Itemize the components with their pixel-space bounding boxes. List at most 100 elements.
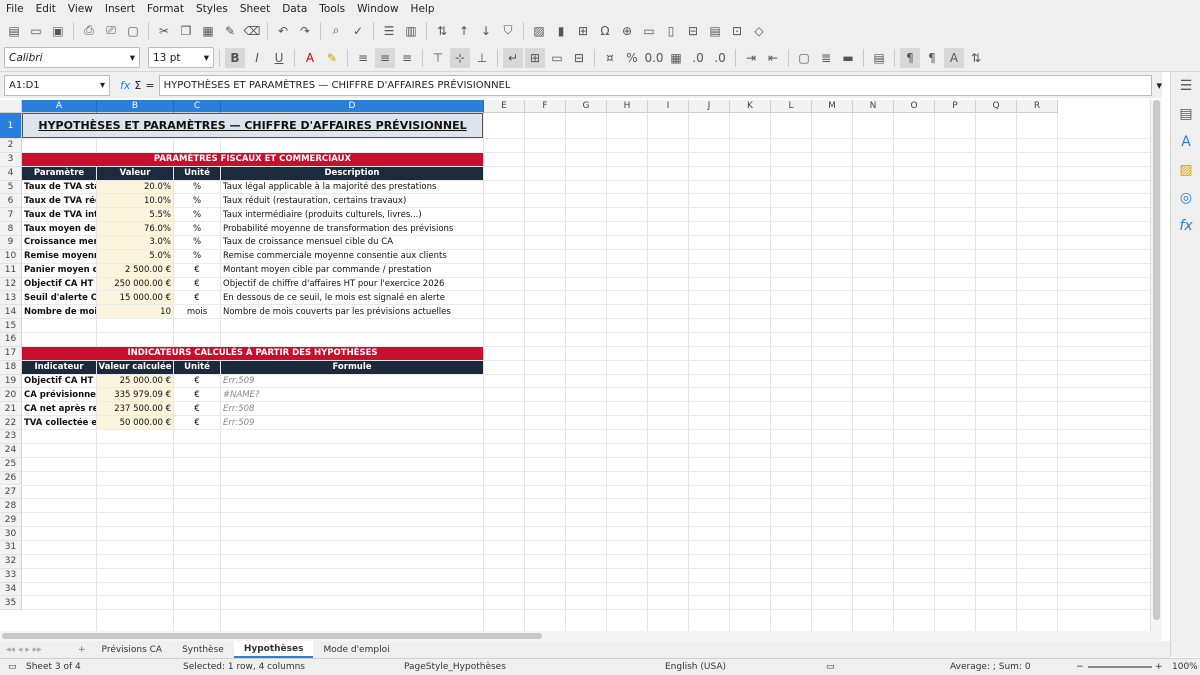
- param-unit[interactable]: €: [174, 291, 220, 304]
- name-box[interactable]: A1:D1 ▾: [4, 74, 110, 96]
- tab-synthese[interactable]: Synthèse: [172, 641, 234, 658]
- row-header-18[interactable]: 18: [0, 360, 22, 375]
- merge-center-icon[interactable]: ⊞: [525, 47, 545, 68]
- param-value[interactable]: 15 000.00 €: [97, 291, 173, 305]
- param-name[interactable]: Croissance mensuelle attendue: [22, 236, 96, 249]
- column-header-e[interactable]: E: [484, 100, 525, 113]
- column-header-p[interactable]: P: [935, 100, 976, 113]
- column-header-n[interactable]: N: [853, 100, 894, 113]
- align-bottom-icon[interactable]: ⊥: [472, 48, 492, 68]
- row-header-14[interactable]: 14: [0, 305, 22, 320]
- column-header-l[interactable]: L: [771, 100, 812, 113]
- param-name[interactable]: Taux moyen de réalisation: [22, 222, 96, 235]
- menu-item-format[interactable]: Format: [147, 3, 184, 15]
- copy-icon[interactable]: ❐: [176, 21, 196, 41]
- column-icon[interactable]: ▥: [401, 21, 421, 41]
- sort-ascending-icon[interactable]: ↑: [454, 21, 474, 41]
- zoom-out-icon[interactable]: −: [1076, 662, 1084, 672]
- tab-mode-emploi[interactable]: Mode d'emploi: [313, 641, 399, 658]
- insert-chart-icon[interactable]: ▮: [551, 21, 571, 41]
- table-header[interactable]: Formule: [221, 360, 483, 374]
- row-header-20[interactable]: 20: [0, 388, 22, 403]
- menu-item-file[interactable]: File: [6, 3, 24, 15]
- number-format-icon[interactable]: 0.0: [644, 48, 664, 68]
- unmerge-cells-icon[interactable]: ⊟: [569, 48, 589, 68]
- row-header-5[interactable]: 5: [0, 180, 22, 195]
- chevron-down-icon[interactable]: ▾: [1156, 79, 1162, 92]
- currency-format-icon[interactable]: ¤: [600, 48, 620, 68]
- row-header-17[interactable]: 17: [0, 346, 22, 361]
- param-value[interactable]: 3.0%: [97, 236, 173, 249]
- functions-icon[interactable]: fx: [1171, 212, 1200, 240]
- font-name-box[interactable]: Calibri ▾: [4, 47, 140, 68]
- param-unit[interactable]: €: [174, 278, 220, 291]
- align-top-icon[interactable]: ⊤: [428, 48, 448, 68]
- row-header-3[interactable]: 3: [0, 152, 22, 167]
- row-icon[interactable]: ☰: [379, 21, 399, 41]
- row-header-8[interactable]: 8: [0, 222, 22, 237]
- formula-icon[interactable]: =: [145, 79, 154, 92]
- clone-formatting-icon[interactable]: ✎: [220, 21, 240, 41]
- param-description[interactable]: Taux légal applicable à la majorité des …: [221, 181, 483, 194]
- param-name[interactable]: Objectif CA HT annuel: [22, 278, 96, 291]
- table-header[interactable]: Valeur: [97, 166, 173, 180]
- table-header[interactable]: Unité: [174, 166, 220, 180]
- param-description[interactable]: Taux de croissance mensuel cible du CA: [221, 236, 483, 249]
- param-description[interactable]: Remise commerciale moyenne consentie aux…: [221, 250, 483, 263]
- selection-mode-icon[interactable]: ▭: [826, 662, 835, 672]
- table-header[interactable]: Description: [221, 166, 483, 180]
- row-header-27[interactable]: 27: [0, 485, 22, 500]
- row-header-4[interactable]: 4: [0, 166, 22, 181]
- special-character-icon[interactable]: Ω: [595, 21, 615, 41]
- indicator-name[interactable]: Objectif CA HT mensuel moyen: [22, 375, 96, 388]
- percent-format-icon[interactable]: %: [622, 48, 642, 68]
- param-unit[interactable]: %: [174, 208, 220, 221]
- text-right-to-left-icon[interactable]: ¶: [922, 48, 942, 68]
- param-unit[interactable]: €: [174, 264, 220, 277]
- indicator-formula[interactable]: Err:508: [221, 402, 483, 415]
- indicator-value[interactable]: 335 979.09 €: [97, 388, 173, 402]
- column-header-g[interactable]: G: [566, 100, 607, 113]
- row-header-16[interactable]: 16: [0, 333, 22, 347]
- autofilter-icon[interactable]: ⛉: [498, 21, 518, 41]
- section-header[interactable]: PARAMÈTRES FISCAUX ET COMMERCIAUX: [22, 152, 483, 166]
- tab-navigation-arrows[interactable]: ◂◂ ◂ ▸ ▸▸: [0, 645, 72, 655]
- open-folder-icon[interactable]: ▭: [26, 21, 46, 41]
- param-value[interactable]: 10: [97, 305, 173, 319]
- param-value[interactable]: 20.0%: [97, 180, 173, 194]
- row-header-10[interactable]: 10: [0, 249, 22, 264]
- indicator-formula[interactable]: Err:509: [221, 375, 483, 388]
- font-size-box[interactable]: 13 pt ▾: [148, 47, 214, 68]
- column-header-h[interactable]: H: [607, 100, 648, 113]
- save-icon[interactable]: ▣: [48, 21, 68, 41]
- indicator-unit[interactable]: €: [174, 402, 220, 415]
- properties-icon[interactable]: ▤: [1171, 100, 1200, 128]
- param-name[interactable]: Taux de TVA standard: [22, 181, 96, 194]
- param-unit[interactable]: mois: [174, 305, 220, 318]
- indicator-formula[interactable]: #NAME?: [221, 388, 483, 401]
- align-middle-icon[interactable]: ⊹: [450, 47, 470, 68]
- sort-icon[interactable]: ⇅: [432, 21, 452, 41]
- gallery-icon[interactable]: ▨: [1171, 156, 1200, 184]
- column-header-i[interactable]: I: [648, 100, 689, 113]
- param-unit[interactable]: %: [174, 222, 220, 235]
- param-description[interactable]: Probabilité moyenne de transformation de…: [221, 222, 483, 235]
- param-value[interactable]: 76.0%: [97, 222, 173, 236]
- border-color-icon[interactable]: ▬: [838, 48, 858, 68]
- column-header-d[interactable]: D: [221, 100, 484, 113]
- wrap-text-icon[interactable]: ↵: [503, 47, 523, 68]
- param-description[interactable]: Taux réduit (restauration, certains trav…: [221, 194, 483, 207]
- indicator-value[interactable]: 50 000.00 €: [97, 416, 173, 430]
- decrease-indent-icon[interactable]: ⇤: [763, 48, 783, 68]
- row-header-21[interactable]: 21: [0, 402, 22, 417]
- indicator-name[interactable]: CA net après remise moyenne: [22, 402, 96, 415]
- column-header-m[interactable]: M: [812, 100, 853, 113]
- param-name[interactable]: Taux de TVA réduit: [22, 194, 96, 207]
- zoom-slider[interactable]: [1088, 666, 1152, 668]
- param-description[interactable]: Montant moyen cible par commande / prest…: [221, 264, 483, 277]
- italic-button[interactable]: I: [247, 48, 267, 68]
- borders-icon[interactable]: ▢: [794, 48, 814, 68]
- row-header-34[interactable]: 34: [0, 582, 22, 597]
- new-document-icon[interactable]: ▤: [4, 21, 24, 41]
- comment-icon[interactable]: ▭: [639, 21, 659, 41]
